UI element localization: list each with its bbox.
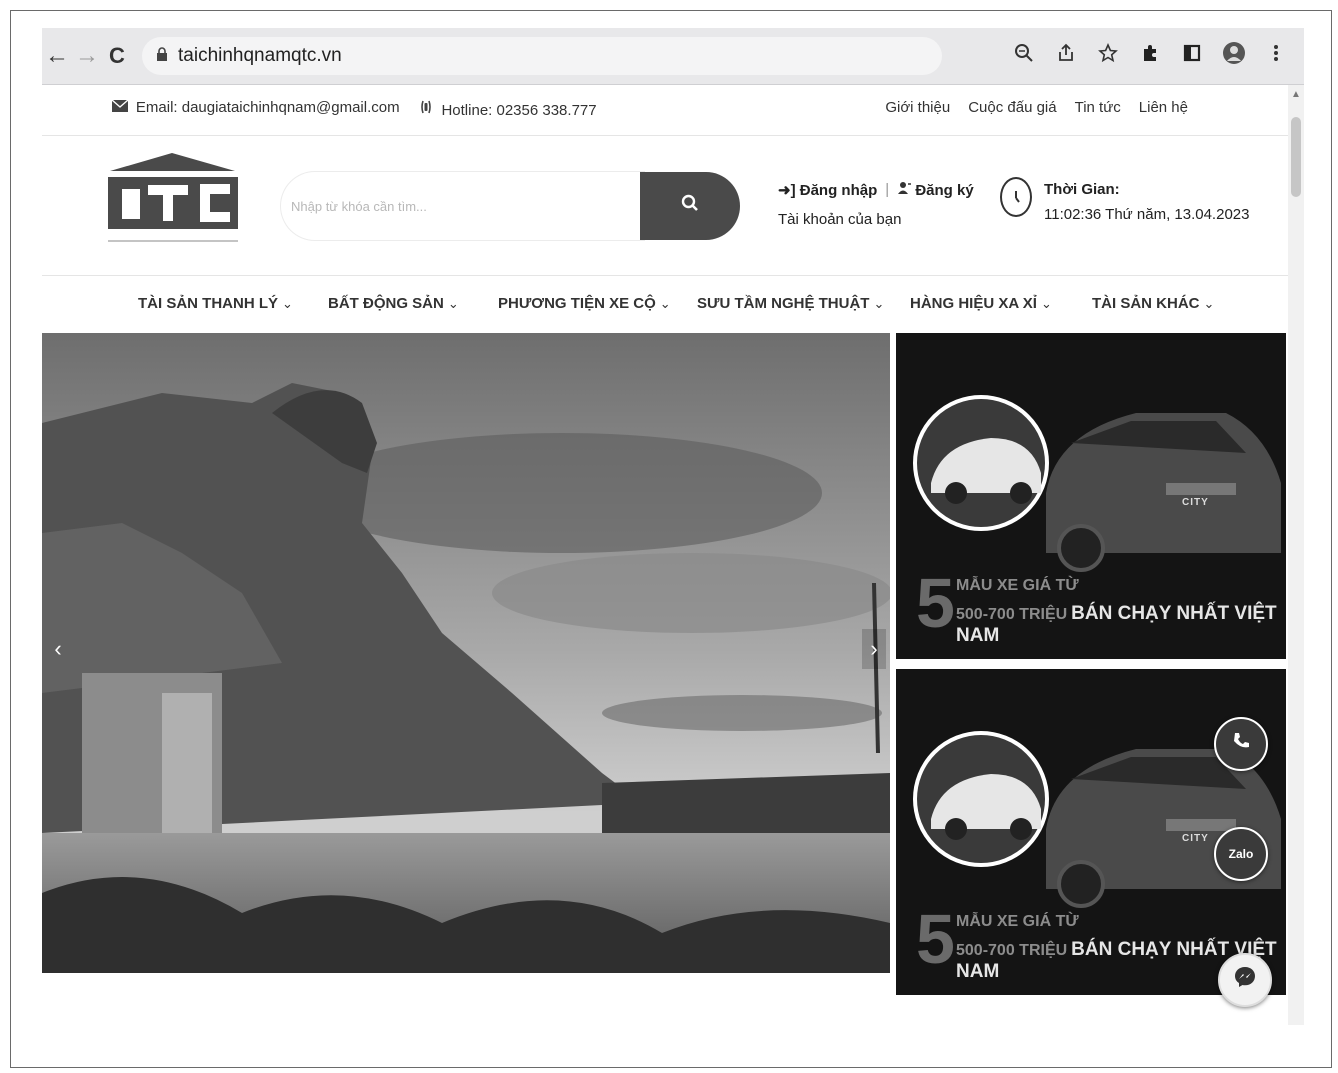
chevron-down-icon: ⌄ — [659, 296, 671, 311]
search-icon — [681, 194, 699, 218]
banner-price: 500-700 TRIỆU — [956, 942, 1068, 959]
site-header: Nhập từ khóa cần tìm... ➜] Đăng nhập | Đ… — [42, 135, 1288, 276]
banner-number: 5 — [916, 900, 955, 978]
banner-line1: MẪU XE GIÁ TỪ — [956, 577, 1079, 594]
browser-menu-icon[interactable] — [1264, 43, 1288, 69]
hero-image — [42, 333, 890, 973]
banner-line2: 500-700 TRIỆU BÁN CHẠY NHẤT VIỆT NAM — [956, 603, 1286, 647]
mail-icon — [111, 99, 132, 115]
banner-price: 500-700 TRIỆU — [956, 606, 1068, 623]
car-model-label: CITY — [1182, 833, 1209, 844]
account-label[interactable]: Tài khoản của bạn — [778, 211, 974, 228]
reload-icon[interactable]: C — [102, 41, 132, 71]
login-label: Đăng nhập — [799, 182, 878, 199]
forward-icon[interactable]: → — [72, 41, 102, 71]
chevron-down-icon: ⌄ — [1040, 296, 1052, 311]
bookmark-star-icon[interactable] — [1096, 42, 1120, 69]
banner-number: 5 — [916, 564, 955, 642]
chevron-down-icon: ⌄ — [447, 296, 459, 311]
top-links: Giới thiệu Cuộc đấu giá Tin tức Liên hệ — [885, 99, 1188, 116]
hotline-info[interactable]: Hotline: 02356 338.777 — [418, 99, 597, 119]
back-icon[interactable]: ← — [42, 41, 72, 71]
nav-label: SƯU TẦM NGHỆ THUẬT — [697, 295, 870, 312]
separator: | — [885, 181, 890, 198]
link-tin-tuc[interactable]: Tin tức — [1075, 99, 1121, 116]
email-label: Email: daugiataichinhqnam@gmail.com — [135, 99, 400, 116]
chevron-down-icon: ⌄ — [1203, 296, 1215, 311]
nav-label: HÀNG HIỆU XA XỈ — [910, 295, 1037, 312]
nav-bat-dong-san[interactable]: BẤT ĐỘNG SẢN ⌄ — [328, 295, 459, 312]
account-area: ➜] Đăng nhập | Đăng ký Tài khoản của bạn — [778, 181, 974, 228]
login-icon: ➜] — [778, 182, 796, 199]
profile-avatar-icon[interactable] — [1222, 41, 1246, 71]
scroll-thumb[interactable] — [1291, 117, 1301, 197]
link-cuoc-dau-gia[interactable]: Cuộc đấu giá — [968, 99, 1056, 116]
link-lien-he[interactable]: Liên hệ — [1139, 99, 1188, 116]
hotline-label: Hotline: 02356 338.777 — [441, 102, 597, 119]
user-plus-icon — [897, 182, 915, 199]
login-link[interactable]: ➜] Đăng nhập — [778, 181, 877, 199]
main-navigation: TÀI SẢN THANH LÝ ⌄ BẤT ĐỘNG SẢN ⌄ PHƯƠNG T… — [42, 275, 1288, 331]
messenger-icon — [1233, 965, 1257, 995]
banner-line1: MẪU XE GIÁ TỪ — [956, 913, 1079, 930]
nav-suu-tam-nghe-thuat[interactable]: SƯU TẦM NGHỆ THUẬT ⌄ — [697, 295, 884, 312]
call-float-button[interactable] — [1214, 717, 1268, 771]
search-input[interactable]: Nhập từ khóa cần tìm... — [280, 171, 645, 241]
page-scrollbar[interactable]: ▲ — [1288, 85, 1304, 1025]
phone-ring-icon — [418, 100, 438, 118]
slider-next-button[interactable]: › — [862, 629, 886, 669]
site-logo[interactable] — [100, 153, 245, 253]
nav-label: TÀI SẢN KHÁC — [1092, 295, 1200, 312]
nav-tai-san-khac[interactable]: TÀI SẢN KHÁC ⌄ — [1092, 295, 1214, 312]
nav-hang-hieu-xa-xi[interactable]: HÀNG HIỆU XA XỈ ⌄ — [910, 295, 1052, 312]
phone-icon — [1231, 731, 1251, 757]
address-bar[interactable]: taichinhqnamqtc.vn — [142, 37, 942, 75]
time-label: Thời Gian: — [1044, 181, 1120, 198]
nav-label: PHƯƠNG TIỆN XE CỘ — [498, 295, 656, 312]
share-icon[interactable] — [1054, 43, 1078, 69]
slider-prev-button[interactable]: ‹ — [46, 629, 70, 669]
contact-info: Email: daugiataichinhqnam@gmail.com Hotl… — [111, 99, 597, 119]
web-page: Email: daugiataichinhqnam@gmail.com Hotl… — [42, 85, 1304, 1025]
browser-actions — [1012, 41, 1304, 71]
top-contact-bar: Email: daugiataichinhqnam@gmail.com Hotl… — [42, 85, 1288, 136]
nav-tai-san-thanh-ly[interactable]: TÀI SẢN THANH LÝ ⌄ — [138, 295, 293, 312]
clock-icon — [1000, 177, 1032, 217]
time-display: Thời Gian: 11:02:36 Thứ năm, 13.04.2023 — [1044, 181, 1249, 223]
chevron-down-icon: ⌄ — [873, 296, 885, 311]
lock-icon — [156, 46, 168, 66]
zoom-icon[interactable] — [1012, 43, 1036, 69]
link-gioi-thieu[interactable]: Giới thiệu — [885, 99, 950, 116]
chevron-down-icon: ⌄ — [282, 296, 293, 311]
search-button[interactable] — [640, 172, 740, 240]
extensions-icon[interactable] — [1138, 43, 1162, 69]
side-panel-icon[interactable] — [1180, 43, 1204, 69]
nav-label: TÀI SẢN THANH LÝ — [138, 295, 278, 312]
time-value: 11:02:36 Thứ năm, 13.04.2023 — [1044, 206, 1250, 223]
scroll-up-arrow-icon[interactable]: ▲ — [1291, 89, 1301, 100]
email-info[interactable]: Email: daugiataichinhqnam@gmail.com — [111, 99, 400, 119]
car-promo-banner-1[interactable]: CITY 5 MẪU XE GIÁ TỪ 500-700 TRIỆU BÁN CH… — [896, 333, 1286, 659]
messenger-float-button[interactable] — [1218, 953, 1272, 1007]
url-text: taichinhqnamqtc.vn — [178, 45, 342, 66]
hero-slider[interactable]: ‹ › — [42, 333, 890, 973]
zalo-icon: Zalo — [1228, 847, 1254, 861]
zalo-float-button[interactable]: Zalo — [1214, 827, 1268, 881]
nav-label: BẤT ĐỘNG SẢN — [328, 295, 444, 312]
register-label: Đăng ký — [915, 182, 974, 199]
register-link[interactable]: Đăng ký — [897, 181, 974, 199]
browser-toolbar: ← → C taichinhqnamqtc.vn — [42, 28, 1304, 85]
nav-phuong-tien-xe-co[interactable]: PHƯƠNG TIỆN XE CỘ ⌄ — [498, 295, 671, 312]
car-model-label: CITY — [1182, 497, 1209, 508]
